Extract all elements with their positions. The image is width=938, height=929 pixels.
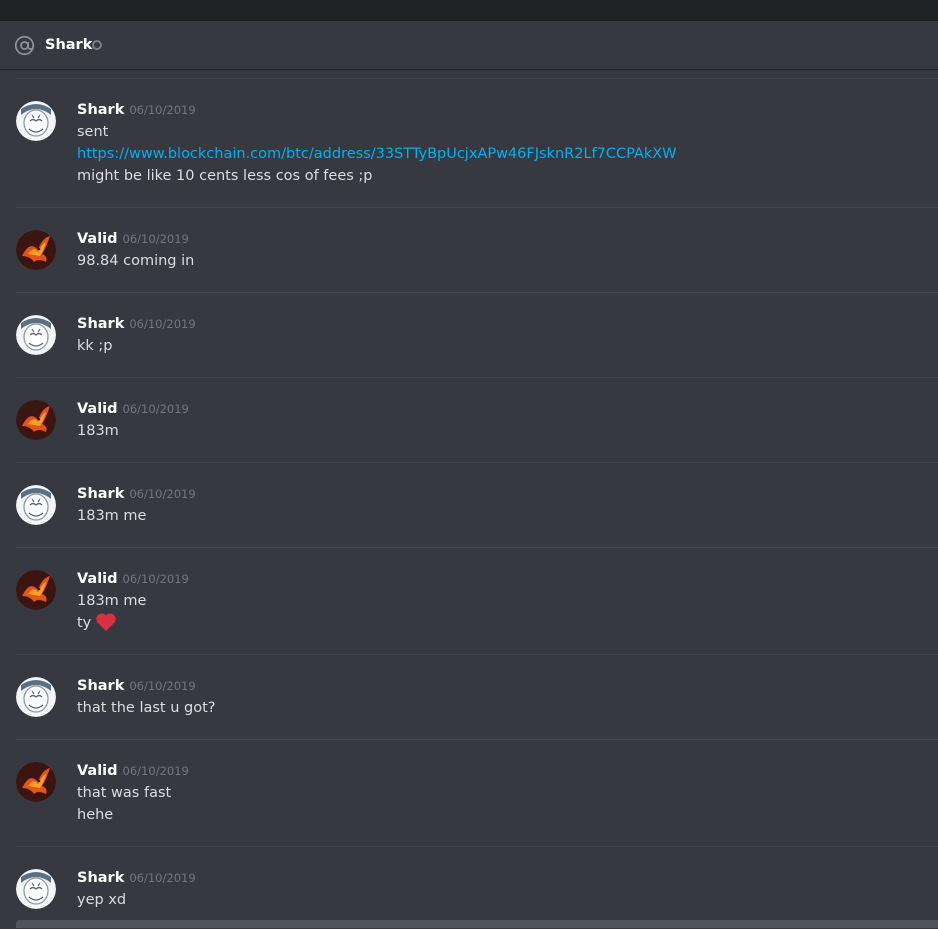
shark-avatar[interactable]	[16, 101, 56, 141]
valid-avatar[interactable]	[16, 570, 56, 610]
message-header: Shark 06/10/2019	[77, 485, 196, 503]
shark-avatar[interactable]	[16, 315, 56, 355]
message-timestamp: 06/10/2019	[122, 402, 189, 416]
message-timestamp: 06/10/2019	[122, 232, 189, 246]
message-text: might be like 10 cents less cos of fees …	[77, 168, 373, 184]
offline-status-icon	[92, 40, 102, 50]
message-group: Shark 06/10/2019 183m me	[16, 462, 938, 547]
message-header: Valid 06/10/2019	[77, 762, 189, 780]
message-text: that the last u got?	[77, 700, 216, 716]
message-group: Valid 06/10/2019 183m	[16, 377, 938, 462]
message-text: that was fast	[77, 785, 172, 801]
message-header: Shark 06/10/2019	[77, 315, 196, 333]
message-text: 98.84 coming in	[77, 253, 195, 269]
message-header: Shark 06/10/2019	[77, 677, 196, 695]
valid-avatar[interactable]	[16, 400, 56, 440]
author-name[interactable]: Valid	[77, 763, 118, 779]
message-group: Valid 06/10/2019 that was fast hehe	[16, 739, 938, 846]
message-timestamp: 06/10/2019	[122, 764, 189, 778]
author-name[interactable]: Shark	[77, 102, 124, 118]
author-name[interactable]: Valid	[77, 571, 118, 587]
author-name[interactable]: Valid	[77, 231, 118, 247]
message-group: Shark 06/10/2019 sent https://www.blockch…	[16, 78, 938, 207]
message-group: Shark 06/10/2019 that the last u got?	[16, 654, 938, 739]
author-name[interactable]: Shark	[77, 678, 124, 694]
at-icon	[14, 35, 35, 56]
message-text: sent	[77, 124, 109, 140]
message-timestamp: 06/10/2019	[129, 103, 196, 117]
author-name[interactable]: Valid	[77, 401, 118, 417]
shark-avatar[interactable]	[16, 677, 56, 717]
message-text: kk ;p	[77, 338, 113, 354]
message-header: Valid 06/10/2019	[77, 570, 189, 588]
message-timestamp: 06/10/2019	[122, 572, 189, 586]
message-group: Shark 06/10/2019 yep xd	[16, 846, 938, 929]
message-list[interactable]: Shark 06/10/2019 sent https://www.blockch…	[0, 69, 938, 928]
valid-avatar[interactable]	[16, 230, 56, 270]
message-text: 183m	[77, 423, 119, 439]
dm-recipient-name[interactable]: Shark	[45, 35, 92, 55]
message-group: Valid 06/10/2019 183m me ty	[16, 547, 938, 654]
message-header: Shark 06/10/2019	[77, 869, 196, 887]
message-timestamp: 06/10/2019	[129, 871, 196, 885]
heart-icon[interactable]	[95, 612, 117, 639]
channel-header: Shark	[0, 21, 938, 69]
message-timestamp: 06/10/2019	[129, 487, 196, 501]
shark-avatar[interactable]	[16, 485, 56, 525]
shark-avatar[interactable]	[16, 869, 56, 909]
message-timestamp: 06/10/2019	[129, 317, 196, 331]
message-text: 183m me	[77, 593, 147, 609]
valid-avatar[interactable]	[16, 762, 56, 802]
message-header: Valid 06/10/2019	[77, 400, 189, 418]
message-text: ty	[77, 615, 92, 631]
message-link[interactable]: https://www.blockchain.com/btc/address/3…	[77, 143, 677, 165]
message-text-with-emoji: ty	[77, 612, 117, 639]
message-text: hehe	[77, 807, 114, 823]
author-name[interactable]: Shark	[77, 316, 124, 332]
message-input-bar[interactable]	[16, 920, 938, 928]
author-name[interactable]: Shark	[77, 486, 124, 502]
message-text: 183m me	[77, 508, 147, 524]
message-header: Shark 06/10/2019	[77, 101, 196, 119]
message-group: Shark 06/10/2019 kk ;p	[16, 292, 938, 377]
message-group: Valid 06/10/2019 98.84 coming in	[16, 207, 938, 292]
message-text: yep xd	[77, 892, 127, 908]
message-timestamp: 06/10/2019	[129, 679, 196, 693]
window-top-strip	[0, 0, 938, 21]
message-header: Valid 06/10/2019	[77, 230, 189, 248]
author-name[interactable]: Shark	[77, 870, 124, 886]
